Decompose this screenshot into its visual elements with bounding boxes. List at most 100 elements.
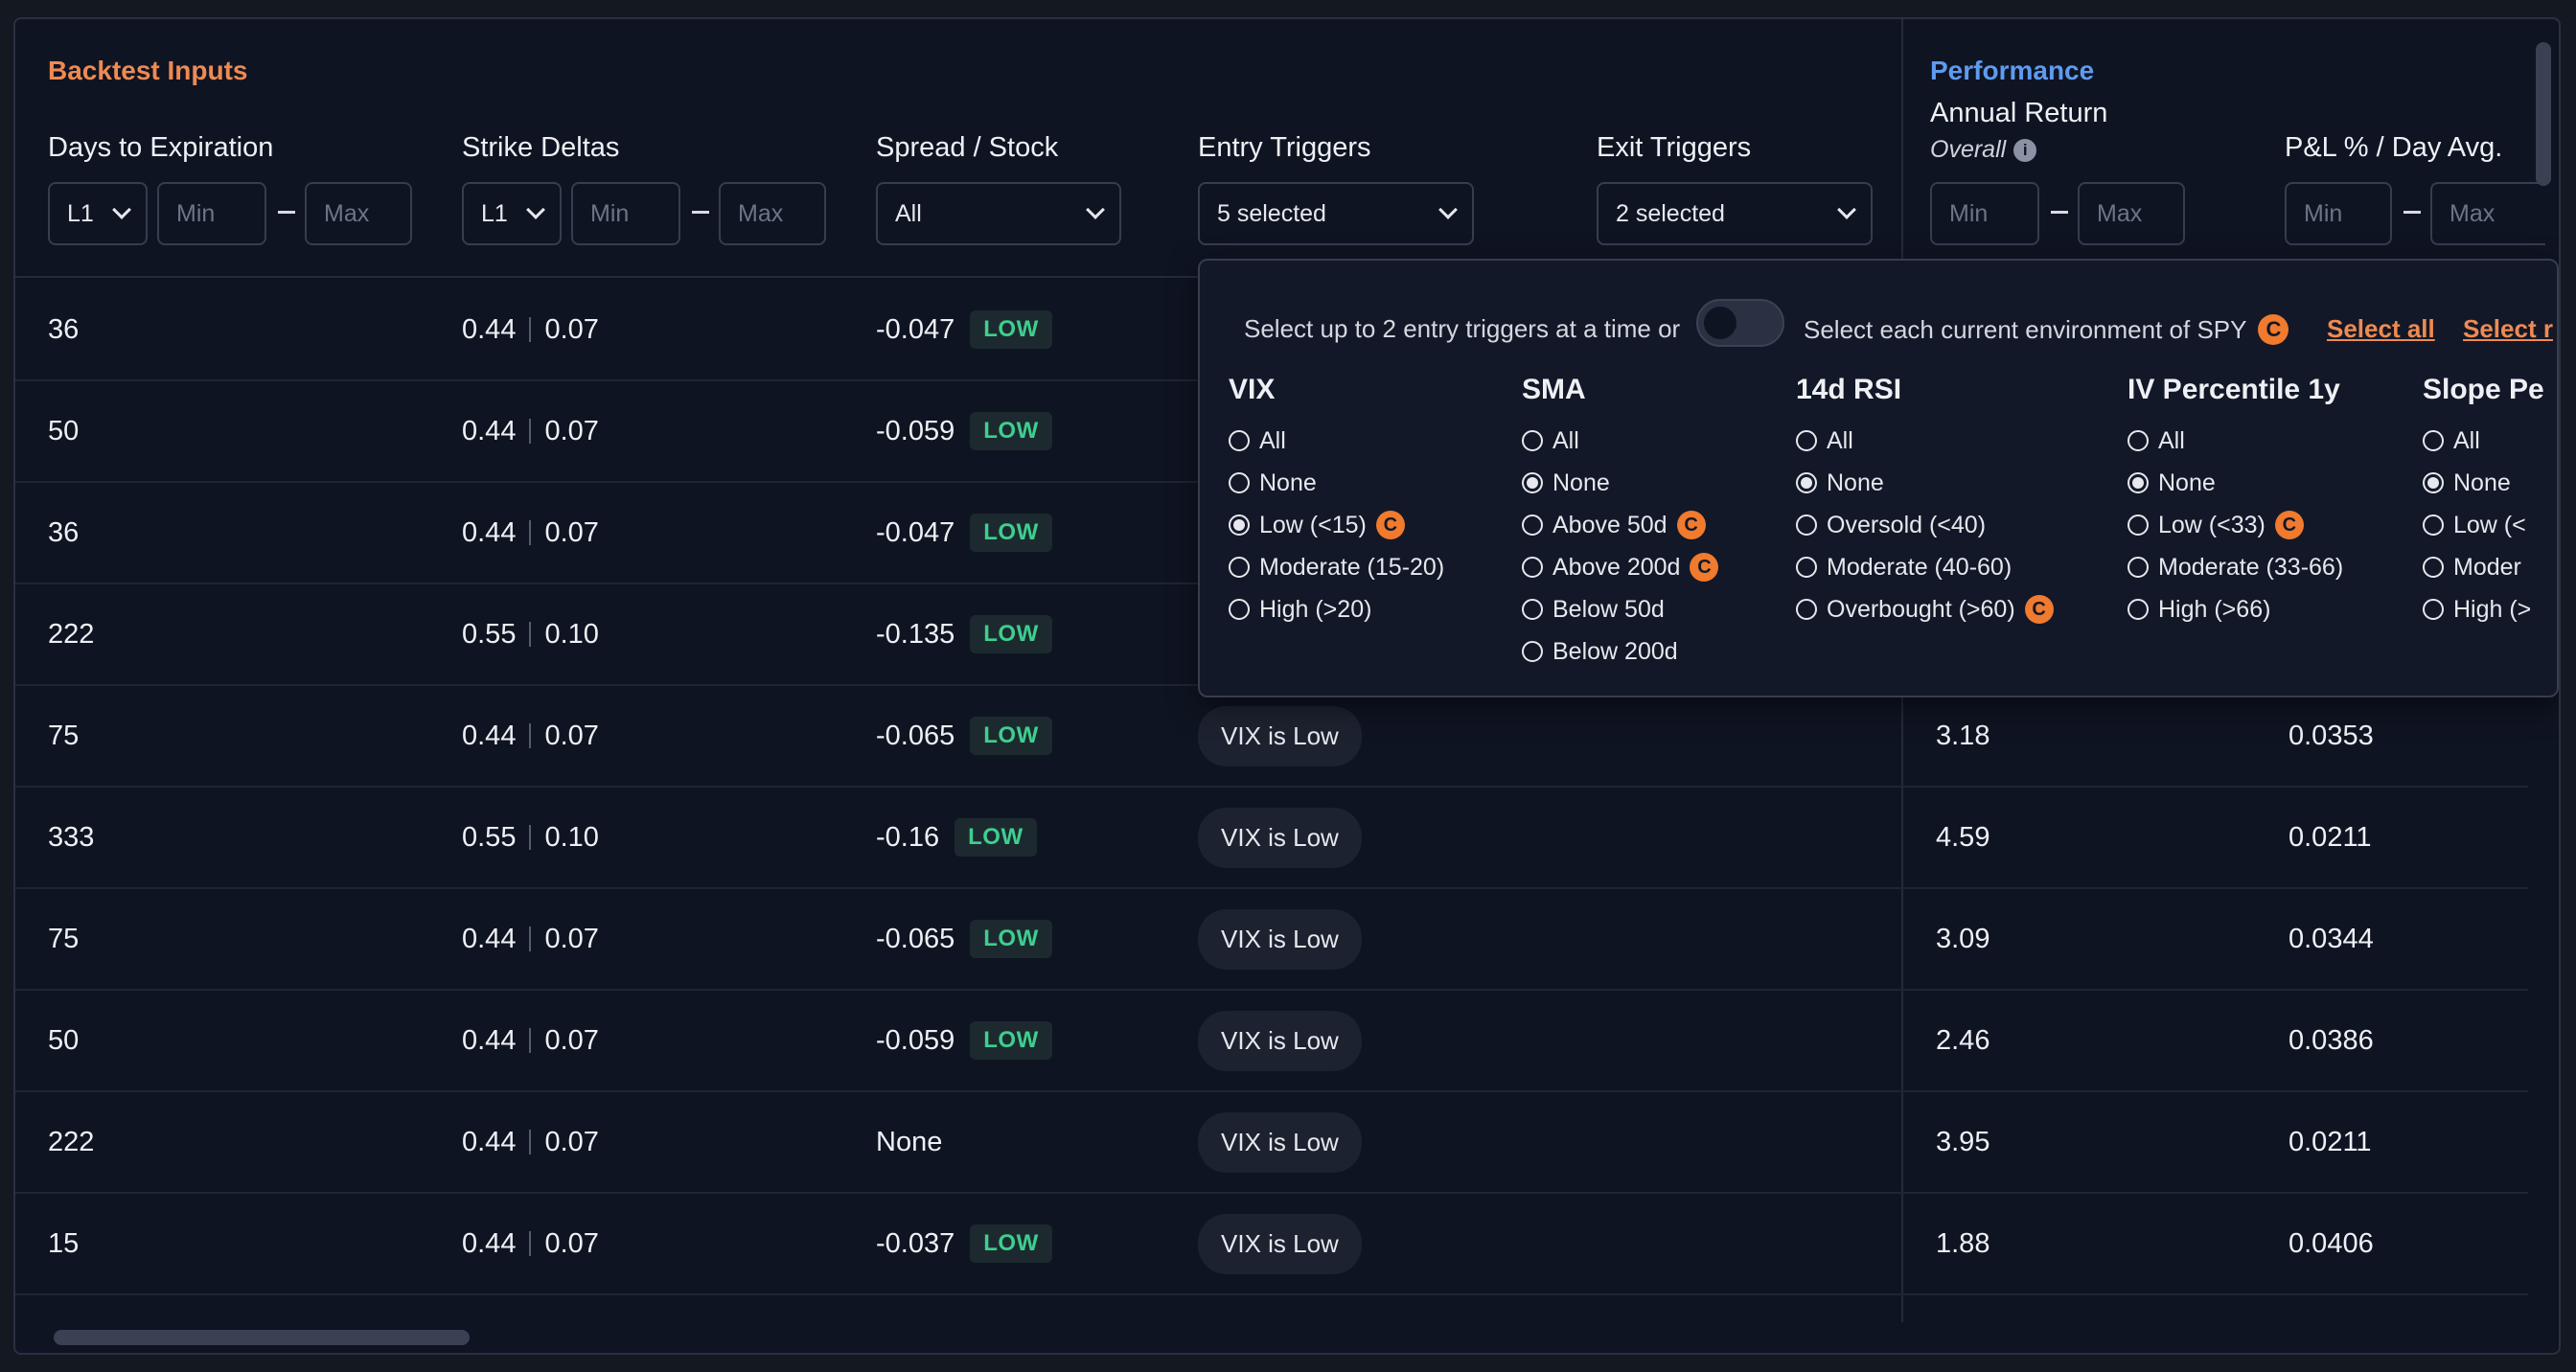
entry-triggers-select[interactable]: 5 selected: [1198, 182, 1474, 245]
trigger-option[interactable]: None: [1796, 462, 2054, 504]
radio-checked-icon[interactable]: [1522, 472, 1543, 493]
trigger-option[interactable]: None: [2128, 462, 2343, 504]
chevron-down-icon: [1086, 200, 1105, 219]
delta-leg1: 0.44: [462, 923, 517, 954]
trigger-option[interactable]: Below 200d: [1522, 630, 1718, 673]
radio-unchecked-icon[interactable]: [1229, 557, 1250, 578]
radio-unchecked-icon[interactable]: [1229, 472, 1250, 493]
trigger-option-label: Below 50d: [1552, 595, 1665, 623]
dte-cell: 222: [48, 1126, 95, 1157]
radio-unchecked-icon[interactable]: [1522, 641, 1543, 662]
annual-return-cell: 4.59: [1936, 821, 1990, 853]
radio-checked-icon[interactable]: [1796, 472, 1817, 493]
trigger-option[interactable]: All: [1522, 420, 1718, 462]
trigger-option[interactable]: Low (<33) C: [2128, 504, 2343, 546]
radio-unchecked-icon[interactable]: [1796, 430, 1817, 451]
table-row[interactable]: 50 0.44 0.07 -0.059 LOW VIX is Low 2.46 0.0386: [15, 991, 2528, 1092]
pl-cell: 0.0344: [2288, 923, 2374, 954]
trigger-option[interactable]: Moderate (15-20): [1229, 546, 1444, 588]
exit-triggers-select[interactable]: 2 selected: [1597, 182, 1873, 245]
radio-unchecked-icon[interactable]: [2423, 514, 2444, 536]
spread-column-header: Spread / Stock: [876, 132, 1059, 163]
deltas-cell: 0.44 0.07: [462, 686, 599, 786]
radio-checked-icon[interactable]: [2128, 472, 2149, 493]
annual-max-input[interactable]: Max: [2078, 182, 2185, 245]
radio-unchecked-icon[interactable]: [2128, 430, 2149, 451]
radio-unchecked-icon[interactable]: [1229, 599, 1250, 620]
trigger-option[interactable]: Low (<: [2423, 504, 2544, 546]
spread-cell: None: [876, 1092, 942, 1192]
radio-unchecked-icon[interactable]: [1229, 430, 1250, 451]
delta-leg2: 0.07: [544, 516, 599, 548]
trigger-option[interactable]: Moderate (40-60): [1796, 546, 2054, 588]
dte-leg-select[interactable]: L1: [48, 182, 148, 245]
trigger-option[interactable]: High (>66): [2128, 588, 2343, 630]
trigger-option[interactable]: Above 50d C: [1522, 504, 1718, 546]
trigger-option[interactable]: All: [1229, 420, 1444, 462]
trigger-option[interactable]: Above 200d C: [1522, 546, 1719, 588]
entry-trigger-chip: VIX is Low: [1198, 807, 1362, 868]
trigger-option[interactable]: Moderate (33-66): [2128, 546, 2343, 588]
radio-unchecked-icon[interactable]: [1796, 514, 1817, 536]
radio-unchecked-icon[interactable]: [2423, 557, 2444, 578]
table-row[interactable]: 333 0.55 0.10 -0.16 LOW VIX is Low 4.59 0.0211: [15, 788, 2528, 889]
radio-unchecked-icon[interactable]: [1522, 599, 1543, 620]
trigger-option[interactable]: Moder: [2423, 546, 2544, 588]
radio-unchecked-icon[interactable]: [1522, 514, 1543, 536]
trigger-option-label: Above 200d: [1552, 553, 1681, 581]
trigger-option[interactable]: All: [2423, 420, 2544, 462]
annual-min-input[interactable]: Min: [1930, 182, 2039, 245]
dte-min-input[interactable]: Min: [157, 182, 266, 245]
radio-unchecked-icon[interactable]: [2423, 599, 2444, 620]
table-row[interactable]: 75 0.44 0.07 -0.065 LOW VIX is Low 3.09 0.0344: [15, 889, 2528, 991]
table-row[interactable]: 222 0.44 0.07 None VIX is Low 3.95 0.0211: [15, 1092, 2528, 1194]
radio-unchecked-icon[interactable]: [1522, 430, 1543, 451]
deltas-min-input[interactable]: Min: [571, 182, 680, 245]
deltas-cell: 0.55 0.10: [462, 584, 599, 684]
radio-checked-icon[interactable]: [2423, 472, 2444, 493]
trigger-option[interactable]: None: [1522, 462, 1718, 504]
horizontal-scrollbar[interactable]: [54, 1330, 470, 1345]
pl-max-input[interactable]: Max: [2430, 182, 2545, 245]
performance-title: Performance: [1930, 56, 2095, 85]
radio-unchecked-icon[interactable]: [2128, 599, 2149, 620]
radio-unchecked-icon[interactable]: [2128, 557, 2149, 578]
info-icon[interactable]: i: [2013, 138, 2037, 162]
pl-min-input[interactable]: Min: [2285, 182, 2392, 245]
trigger-option[interactable]: All: [1796, 420, 2054, 462]
select-none-link[interactable]: Select r: [2463, 314, 2553, 344]
radio-unchecked-icon[interactable]: [1522, 557, 1543, 578]
dte-max-input[interactable]: Max: [305, 182, 412, 245]
trigger-option[interactable]: Oversold (<40): [1796, 504, 2054, 546]
low-badge: LOW: [970, 412, 1052, 450]
trigger-option[interactable]: High (>20): [1229, 588, 1444, 630]
radio-unchecked-icon[interactable]: [2128, 514, 2149, 536]
trigger-option[interactable]: None: [1229, 462, 1444, 504]
table-row[interactable]: 15 0.44 0.07 -0.037 LOW VIX is Low 1.88 0.0406: [15, 1194, 2528, 1295]
dte-cell: 15: [48, 1227, 80, 1259]
trigger-option[interactable]: Low (<15) C: [1229, 504, 1444, 546]
deltas-cell: 0.44 0.07: [462, 483, 599, 583]
radio-unchecked-icon[interactable]: [1796, 557, 1817, 578]
radio-unchecked-icon[interactable]: [1796, 599, 1817, 620]
current-environment-toggle[interactable]: [1696, 299, 1784, 347]
deltas-max-input[interactable]: Max: [719, 182, 826, 245]
table-row[interactable]: 75 0.44 0.07 -0.065 LOW VIX is Low 3.18 0.0353: [15, 686, 2528, 788]
current-environment-icon: C: [1690, 553, 1719, 582]
trigger-option[interactable]: Overbought (>60) C: [1796, 588, 2054, 630]
deltas-leg-select[interactable]: L1: [462, 182, 562, 245]
pl-max-placeholder: Max: [2450, 199, 2496, 227]
trigger-option[interactable]: All: [2128, 420, 2343, 462]
spread-cell: -0.037 LOW: [876, 1194, 1052, 1293]
annual-return-cell: 3.95: [1936, 1126, 1990, 1157]
annual-return-cell: 3.18: [1936, 720, 1990, 751]
spread-select[interactable]: All: [876, 182, 1121, 245]
trigger-option[interactable]: None: [2423, 462, 2544, 504]
radio-checked-icon[interactable]: [1229, 514, 1250, 536]
radio-unchecked-icon[interactable]: [2423, 430, 2444, 451]
trigger-option-label: Above 50d: [1552, 511, 1668, 538]
trigger-option[interactable]: High (>: [2423, 588, 2544, 630]
select-all-link[interactable]: Select all: [2327, 314, 2435, 344]
trigger-option[interactable]: Below 50d: [1522, 588, 1718, 630]
vertical-scrollbar[interactable]: [2536, 42, 2551, 186]
